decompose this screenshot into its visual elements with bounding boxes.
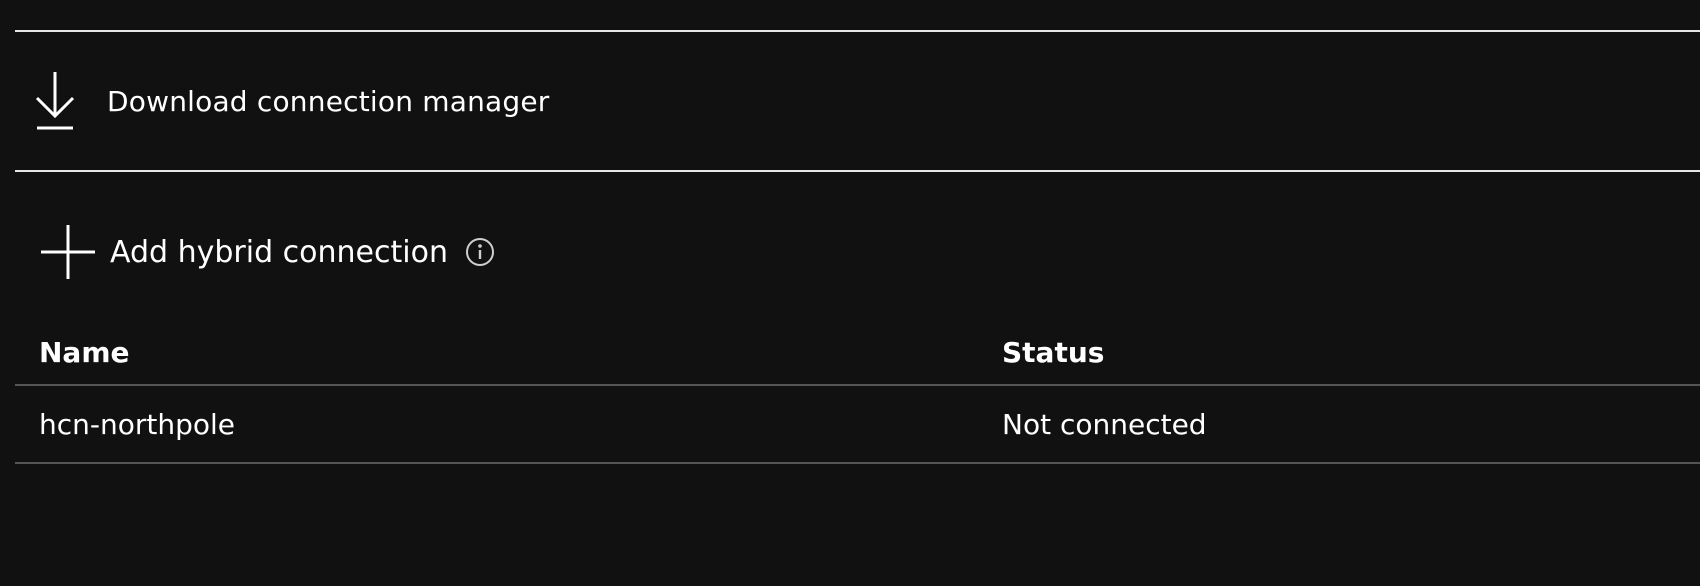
add-hybrid-connection-button[interactable]: Add hybrid connection	[38, 222, 496, 282]
table-row[interactable]: hcn-northpole Not connected	[15, 386, 1700, 464]
connection-status: Not connected	[1002, 407, 1207, 441]
download-icon	[25, 71, 85, 131]
hybrid-connections-panel: Download connection manager Add hybrid c…	[0, 0, 1700, 586]
divider-middle	[15, 170, 1700, 172]
table-header: Name Status	[15, 320, 1700, 386]
plus-icon	[38, 222, 98, 282]
add-hybrid-connection-label: Add hybrid connection	[110, 234, 448, 270]
column-header-name[interactable]: Name	[15, 336, 1002, 369]
download-connection-manager-label: Download connection manager	[107, 84, 550, 118]
connection-name[interactable]: hcn-northpole	[15, 408, 1002, 441]
hybrid-connections-table: Name Status hcn-northpole Not connected	[15, 320, 1700, 464]
info-icon[interactable]	[464, 236, 496, 268]
download-connection-manager-button[interactable]: Download connection manager	[15, 32, 1700, 170]
column-header-status[interactable]: Status	[1002, 336, 1700, 369]
